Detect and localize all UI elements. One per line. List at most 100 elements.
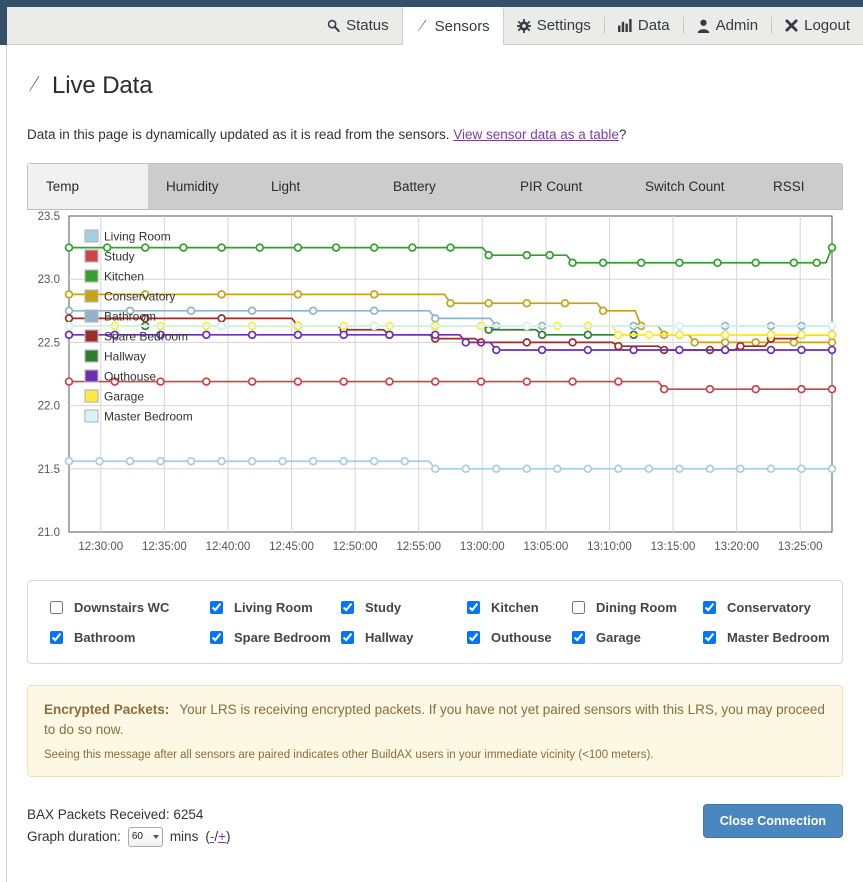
sensor-checkbox-bathroom[interactable]: Bathroom (50, 630, 210, 645)
checkbox-input[interactable] (210, 600, 223, 614)
packets-received-text: BAX Packets Received: 6254 (27, 807, 204, 822)
metric-tab-light[interactable]: Light (253, 164, 375, 209)
svg-text:12:35:00: 12:35:00 (142, 541, 187, 553)
svg-text:Hallway: Hallway (104, 350, 146, 364)
svg-text:12:55:00: 12:55:00 (396, 541, 441, 553)
sensor-checkbox-label[interactable]: Conservatory (727, 600, 811, 615)
svg-text:13:25:00: 13:25:00 (778, 541, 823, 553)
svg-text:13:20:00: 13:20:00 (714, 541, 759, 553)
sensor-checkbox-label[interactable]: Garage (596, 630, 641, 645)
sensor-checkbox-hallway[interactable]: Hallway (341, 630, 467, 645)
checkbox-input[interactable] (703, 630, 716, 644)
sensor-checkbox-study[interactable]: Study (341, 600, 467, 615)
sensor-checkbox-garage[interactable]: Garage (572, 630, 703, 645)
checkbox-input[interactable] (467, 630, 480, 644)
page-footer: BAX Packets Received: 6254 Graph duratio… (27, 804, 843, 848)
svg-text:Study: Study (104, 250, 135, 264)
svg-text:13:15:00: 13:15:00 (651, 541, 696, 553)
main-navigation: Status Sensors Settings Data Admin Logou… (7, 7, 863, 45)
metric-tab-rssi[interactable]: RSSI (755, 164, 823, 209)
graph-duration-links: (-/+) (205, 826, 230, 848)
checkbox-input[interactable] (50, 630, 63, 644)
sensor-checkbox-living-room[interactable]: Living Room (210, 600, 341, 615)
gear-icon (516, 18, 531, 33)
metric-tab-switch-count[interactable]: Switch Count (627, 164, 755, 209)
graph-duration-select[interactable]: 60 (127, 827, 163, 847)
sensor-checkbox-label[interactable]: Living Room (234, 600, 313, 615)
chart-canvas: 21.0 21.5 22.0 22.5 23.0 23.5 12:30:00 12:35:00… (38, 211, 837, 553)
sensor-filter-row: Downstairs WC Living Room Study Kitchen … (50, 592, 832, 622)
nav-item-settings[interactable]: Settings (504, 7, 604, 44)
metric-tab-battery[interactable]: Battery (375, 164, 502, 209)
checkbox-input[interactable] (572, 630, 585, 644)
duration-increase-link[interactable]: + (218, 829, 226, 844)
close-connection-button[interactable]: Close Connection (702, 804, 843, 838)
checkbox-input[interactable] (341, 600, 354, 614)
bolt-icon (416, 19, 429, 33)
svg-text:22.5: 22.5 (38, 337, 60, 349)
svg-text:Living Room: Living Room (104, 230, 171, 244)
paren-close: ) (225, 829, 231, 844)
nav-label-status: Status (346, 17, 389, 34)
sensor-checkbox-label[interactable]: Dining Room (596, 600, 677, 615)
nav-label-sensors: Sensors (434, 17, 490, 35)
sensor-checkbox-downstairs-wc[interactable]: Downstairs WC (50, 600, 210, 615)
sensor-checkbox-outhouse[interactable]: Outhouse (467, 630, 572, 645)
nav-item-status[interactable]: Status (314, 7, 402, 44)
metric-tab-pir-count[interactable]: PIR Count (502, 164, 627, 209)
metric-tab-bar: Temp Humidity Light Battery PIR Count Sw… (27, 163, 843, 210)
footer-info: BAX Packets Received: 6254 Graph duratio… (27, 804, 230, 848)
svg-text:13:05:00: 13:05:00 (523, 541, 568, 553)
live-data-chart: 21.0 21.5 22.0 22.5 23.0 23.5 12:30:00 12:35:00… (27, 210, 843, 565)
window-left-strip (0, 0, 7, 45)
sensor-checkbox-label[interactable]: Master Bedroom (727, 630, 830, 645)
metric-tab-temp[interactable]: Temp (28, 164, 148, 209)
sensor-checkbox-dining-room[interactable]: Dining Room (572, 600, 703, 615)
view-table-link[interactable]: View sensor data as a table (453, 127, 619, 142)
sensor-checkbox-label[interactable]: Kitchen (491, 600, 539, 615)
app-window: Status Sensors Settings Data Admin Logou… (0, 0, 863, 882)
sensor-checkbox-label[interactable]: Hallway (365, 630, 413, 645)
sensor-checkbox-label[interactable]: Study (365, 600, 401, 615)
alert-main-line: Encrypted Packets: Your LRS is receiving … (44, 700, 826, 740)
sensor-checkbox-label[interactable]: Spare Bedroom (234, 630, 331, 645)
user-icon (697, 19, 710, 33)
sensor-filter-row: Bathroom Spare Bedroom Hallway Outhouse … (50, 622, 832, 652)
sensor-checkbox-conservatory[interactable]: Conservatory (703, 600, 811, 615)
svg-text:12:50:00: 12:50:00 (333, 541, 378, 553)
checkbox-input[interactable] (703, 600, 716, 614)
svg-text:23.5: 23.5 (38, 211, 60, 223)
svg-text:21.5: 21.5 (38, 464, 60, 476)
svg-text:Kitchen: Kitchen (104, 270, 144, 284)
sensor-checkbox-label[interactable]: Outhouse (491, 630, 552, 645)
nav-item-admin[interactable]: Admin (684, 7, 772, 44)
nav-label-settings: Settings (536, 17, 591, 34)
checkbox-input[interactable] (210, 630, 223, 644)
svg-text:Conservatory: Conservatory (104, 290, 175, 304)
checkbox-input[interactable] (341, 630, 354, 644)
metric-tab-label: Battery (393, 179, 436, 194)
checkbox-input[interactable] (572, 600, 585, 614)
nav-item-sensors[interactable]: Sensors (401, 7, 504, 45)
checkbox-input[interactable] (50, 600, 63, 614)
sensor-checkbox-spare-bedroom[interactable]: Spare Bedroom (210, 630, 341, 645)
intro-text-before: Data in this page is dynamically updated… (27, 127, 454, 142)
bolt-icon (27, 72, 42, 100)
svg-text:Outhouse: Outhouse (104, 370, 156, 384)
nav-item-data[interactable]: Data (605, 7, 683, 44)
sensor-filter-panel: Downstairs WC Living Room Study Kitchen … (27, 580, 843, 664)
sensor-checkbox-label[interactable]: Downstairs WC (74, 600, 169, 615)
search-icon (327, 19, 340, 32)
sensor-checkbox-kitchen[interactable]: Kitchen (467, 600, 572, 615)
svg-text:13:10:00: 13:10:00 (587, 541, 632, 553)
page-title: Live Data (27, 72, 839, 100)
nav-item-logout[interactable]: Logout (772, 7, 863, 44)
checkbox-input[interactable] (467, 600, 480, 614)
sensor-checkbox-label[interactable]: Bathroom (74, 630, 135, 645)
encrypted-packets-alert: Encrypted Packets: Your LRS is receiving … (27, 685, 843, 777)
metric-tab-humidity[interactable]: Humidity (148, 164, 253, 209)
svg-text:21.0: 21.0 (38, 527, 60, 539)
sensor-checkbox-master-bedroom[interactable]: Master Bedroom (703, 630, 830, 645)
svg-text:Master Bedroom: Master Bedroom (104, 410, 193, 424)
nav-label-admin: Admin (715, 17, 759, 34)
